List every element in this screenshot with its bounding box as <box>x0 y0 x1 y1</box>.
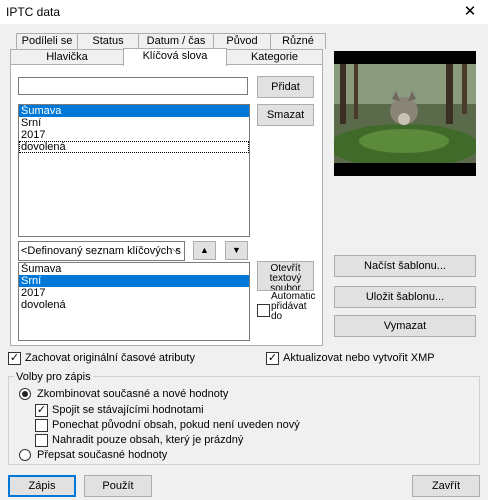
combine-label: Zkombinovat současné a nové hodnoty <box>37 388 229 400</box>
apply-button[interactable]: Použít <box>84 475 152 497</box>
overwrite-label: Přepsat současné hodnoty <box>37 449 168 461</box>
replace-empty-checkbox[interactable] <box>35 434 48 447</box>
wolf-photo <box>329 51 479 176</box>
tab-keywords[interactable]: Klíčová slova <box>123 48 227 66</box>
overwrite-radio[interactable] <box>19 449 31 461</box>
window-title: IPTC data <box>6 5 61 19</box>
tab-origin[interactable]: Původ <box>213 33 271 49</box>
chevron-down-icon[interactable]: ⌵ <box>172 243 184 258</box>
defined-keyword-list[interactable]: Šumava Srní 2017 dovolená <box>18 262 250 341</box>
list-item[interactable]: Srní <box>19 275 249 287</box>
defined-list-combo[interactable]: <Definovaný seznam klíčových s <box>18 241 185 261</box>
auto-add-label: Automaticky přidávat do <box>271 292 316 322</box>
merge-checkbox[interactable]: ✓ <box>35 404 48 417</box>
tab-header[interactable]: Hlavička <box>10 49 124 65</box>
list-item[interactable]: Šumava <box>19 105 249 117</box>
close-button[interactable]: Zavřít <box>412 475 480 497</box>
keyword-input[interactable] <box>18 77 248 95</box>
delete-keyword-button[interactable]: Smazat <box>257 104 314 126</box>
tab-misc[interactable]: Různé <box>270 33 326 49</box>
move-up-button[interactable]: ▲ <box>193 241 216 260</box>
keep-time-label: Zachovat originální časové atributy <box>25 352 195 364</box>
title-bar <box>0 0 488 24</box>
combine-radio[interactable] <box>19 388 31 400</box>
replace-empty-label: Nahradit pouze obsah, který je prázdný <box>52 434 244 446</box>
move-down-button[interactable]: ▼ <box>225 241 248 260</box>
update-xmp-label: Aktualizovat nebo vytvořit XMP <box>283 352 435 364</box>
list-item[interactable]: Šumava <box>19 263 249 275</box>
photo-preview <box>329 51 479 176</box>
keep-time-checkbox[interactable]: ✓ <box>8 352 21 365</box>
tab-contributors[interactable]: Podíleli se <box>16 33 78 49</box>
keyword-list[interactable]: Šumava Srní 2017 dovolená <box>18 104 250 237</box>
write-options-legend: Volby pro zápis <box>14 371 93 383</box>
list-item[interactable]: 2017 <box>19 129 249 141</box>
write-button[interactable]: Zápis <box>8 475 76 497</box>
tab-status[interactable]: Status <box>77 33 139 49</box>
tab-categories[interactable]: Kategorie <box>226 49 323 65</box>
defined-list-combo-value: <Definovaný seznam klíčových s <box>21 245 181 257</box>
list-item[interactable]: dovolená <box>19 141 249 153</box>
load-template-button[interactable]: Načíst šablonu... <box>334 255 476 277</box>
keep-original-label: Ponechat původní obsah, pokud není uvede… <box>52 419 300 431</box>
list-item[interactable]: 2017 <box>19 287 249 299</box>
merge-label: Spojit se stávajícími hodnotami <box>52 404 204 416</box>
clear-button[interactable]: Vymazat <box>334 315 476 337</box>
save-template-button[interactable]: Uložit šablonu... <box>334 286 476 308</box>
list-item[interactable]: Srní <box>19 117 249 129</box>
list-item[interactable]: dovolená <box>19 299 249 311</box>
open-text-file-button[interactable]: Otevřít textový soubor <box>257 261 314 291</box>
update-xmp-checkbox[interactable]: ✓ <box>266 352 279 365</box>
keep-original-checkbox[interactable] <box>35 419 48 432</box>
tab-date-time[interactable]: Datum / čas <box>138 33 214 49</box>
add-keyword-button[interactable]: Přidat <box>257 76 314 98</box>
close-icon[interactable]: ✕ <box>458 2 482 22</box>
